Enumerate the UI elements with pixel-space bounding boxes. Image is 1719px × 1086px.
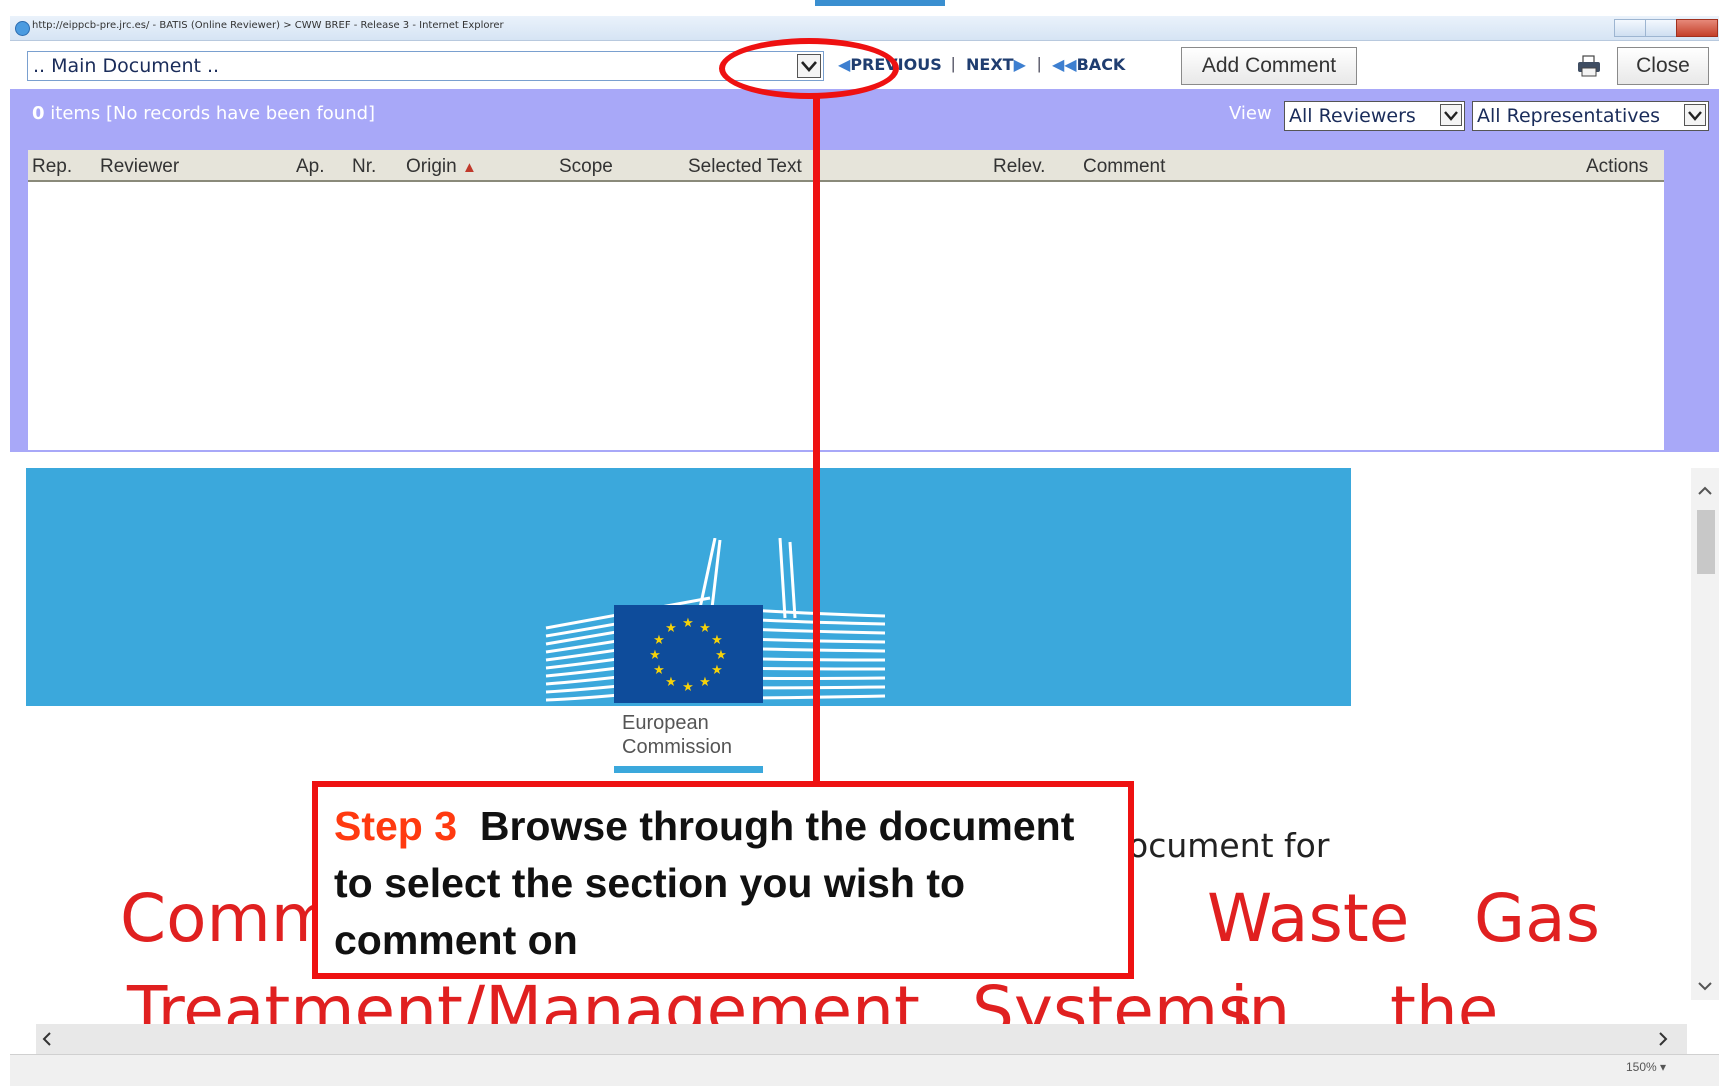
svg-text:★: ★ bbox=[653, 632, 665, 647]
logo-text-commission: Commission bbox=[622, 736, 733, 758]
comments-table bbox=[28, 150, 1664, 450]
back-label: BACK bbox=[1076, 55, 1126, 74]
column-origin-label: Origin bbox=[406, 156, 457, 177]
status-bar bbox=[10, 1054, 1719, 1086]
document-title-line2-clip: Treatment/Management Systems in the bbox=[10, 980, 1691, 1024]
column-scope[interactable]: Scope bbox=[559, 156, 613, 178]
internet-explorer-icon bbox=[15, 21, 30, 36]
column-reviewer[interactable]: Reviewer bbox=[100, 156, 179, 178]
active-window-tab bbox=[815, 0, 945, 6]
svg-text:★: ★ bbox=[711, 662, 723, 677]
document-title-word: in bbox=[1230, 980, 1291, 1024]
column-rep[interactable]: Rep. bbox=[32, 156, 72, 178]
column-actions[interactable]: Actions bbox=[1586, 156, 1648, 178]
svg-text:★: ★ bbox=[649, 647, 661, 662]
svg-text:★: ★ bbox=[699, 620, 711, 635]
zoom-level[interactable]: 150% ▾ bbox=[1626, 1060, 1666, 1074]
zoom-value: 150% bbox=[1626, 1060, 1657, 1074]
back-button[interactable]: ◀◀BACK bbox=[1052, 55, 1125, 74]
reviewers-select-value: All Reviewers bbox=[1289, 105, 1416, 127]
svg-text:★: ★ bbox=[715, 647, 727, 662]
chevron-down-icon[interactable] bbox=[1440, 104, 1462, 126]
column-relev[interactable]: Relev. bbox=[993, 156, 1045, 178]
logo-underline bbox=[614, 766, 763, 773]
document-select-value: .. Main Document .. bbox=[33, 55, 220, 77]
representatives-select-value: All Representatives bbox=[1477, 105, 1661, 127]
scroll-right-icon[interactable] bbox=[1652, 1028, 1674, 1050]
svg-text:★: ★ bbox=[653, 662, 665, 677]
add-comment-button[interactable]: Add Comment bbox=[1181, 47, 1357, 85]
view-label: View bbox=[1229, 103, 1272, 124]
next-button[interactable]: NEXT▶ bbox=[966, 55, 1026, 74]
next-arrow-icon: ▶ bbox=[1013, 55, 1026, 74]
callout-line bbox=[813, 96, 820, 783]
document-title-word: the bbox=[1390, 980, 1499, 1024]
back-arrow-icon: ◀◀ bbox=[1052, 55, 1077, 74]
svg-text:★: ★ bbox=[682, 615, 694, 630]
horizontal-scrollbar[interactable] bbox=[36, 1024, 1687, 1054]
logo-text-european: European bbox=[622, 712, 709, 734]
items-message: items [No records have been found] bbox=[50, 103, 376, 124]
column-ap[interactable]: Ap. bbox=[296, 156, 325, 178]
chevron-down-icon[interactable] bbox=[1684, 104, 1706, 126]
document-title-word: Waste bbox=[1207, 880, 1410, 957]
chevron-down-icon: ▾ bbox=[1660, 1060, 1667, 1074]
printer-icon[interactable] bbox=[1577, 55, 1601, 77]
column-nr[interactable]: Nr. bbox=[352, 156, 376, 178]
column-comment[interactable]: Comment bbox=[1083, 156, 1165, 178]
step-number: Step 3 bbox=[334, 803, 458, 849]
window-title: http://eippcb-pre.jrc.es/ - BATIS (Onlin… bbox=[32, 20, 504, 31]
window-close-icon[interactable] bbox=[1676, 19, 1718, 37]
nav-separator: | bbox=[951, 54, 956, 73]
scroll-down-icon[interactable] bbox=[1694, 975, 1716, 997]
document-title-word: Systems bbox=[972, 980, 1253, 1024]
vertical-scroll-thumb[interactable] bbox=[1697, 510, 1715, 574]
svg-text:★: ★ bbox=[682, 679, 694, 694]
nav-separator: | bbox=[1037, 54, 1042, 73]
document-title-word: Comm bbox=[120, 880, 336, 957]
svg-text:★: ★ bbox=[711, 632, 723, 647]
table-header bbox=[28, 150, 1664, 182]
minimize-icon[interactable] bbox=[1614, 19, 1646, 37]
svg-text:★: ★ bbox=[665, 674, 677, 689]
items-status: 0 items [No records have been found] bbox=[32, 103, 375, 124]
scroll-up-icon[interactable] bbox=[1694, 480, 1716, 502]
reviewers-select[interactable]: All Reviewers bbox=[1284, 101, 1465, 131]
highlight-ellipse bbox=[719, 38, 899, 99]
items-count: 0 bbox=[32, 103, 45, 124]
close-button[interactable]: Close bbox=[1617, 47, 1709, 85]
svg-text:★: ★ bbox=[699, 674, 711, 689]
step-callout-text: Step 3 Browse through the document to se… bbox=[334, 798, 1124, 969]
sort-ascending-icon: ▲ bbox=[461, 159, 477, 176]
document-title-word: Gas bbox=[1474, 880, 1600, 957]
document-subtitle: ocument for bbox=[1128, 826, 1330, 865]
svg-text:★: ★ bbox=[665, 620, 677, 635]
eu-flag-icon: ★ ★ ★ ★ ★ ★ ★ ★ ★ ★ ★ ★ bbox=[614, 605, 763, 703]
next-label: NEXT bbox=[966, 55, 1014, 74]
column-selected-text[interactable]: Selected Text bbox=[688, 156, 802, 178]
document-title-word: Treatment/Management bbox=[127, 980, 920, 1024]
column-origin[interactable]: Origin ▲ bbox=[406, 156, 477, 178]
maximize-icon[interactable] bbox=[1645, 19, 1677, 37]
representatives-select[interactable]: All Representatives bbox=[1472, 101, 1709, 131]
scroll-left-icon[interactable] bbox=[36, 1028, 58, 1050]
